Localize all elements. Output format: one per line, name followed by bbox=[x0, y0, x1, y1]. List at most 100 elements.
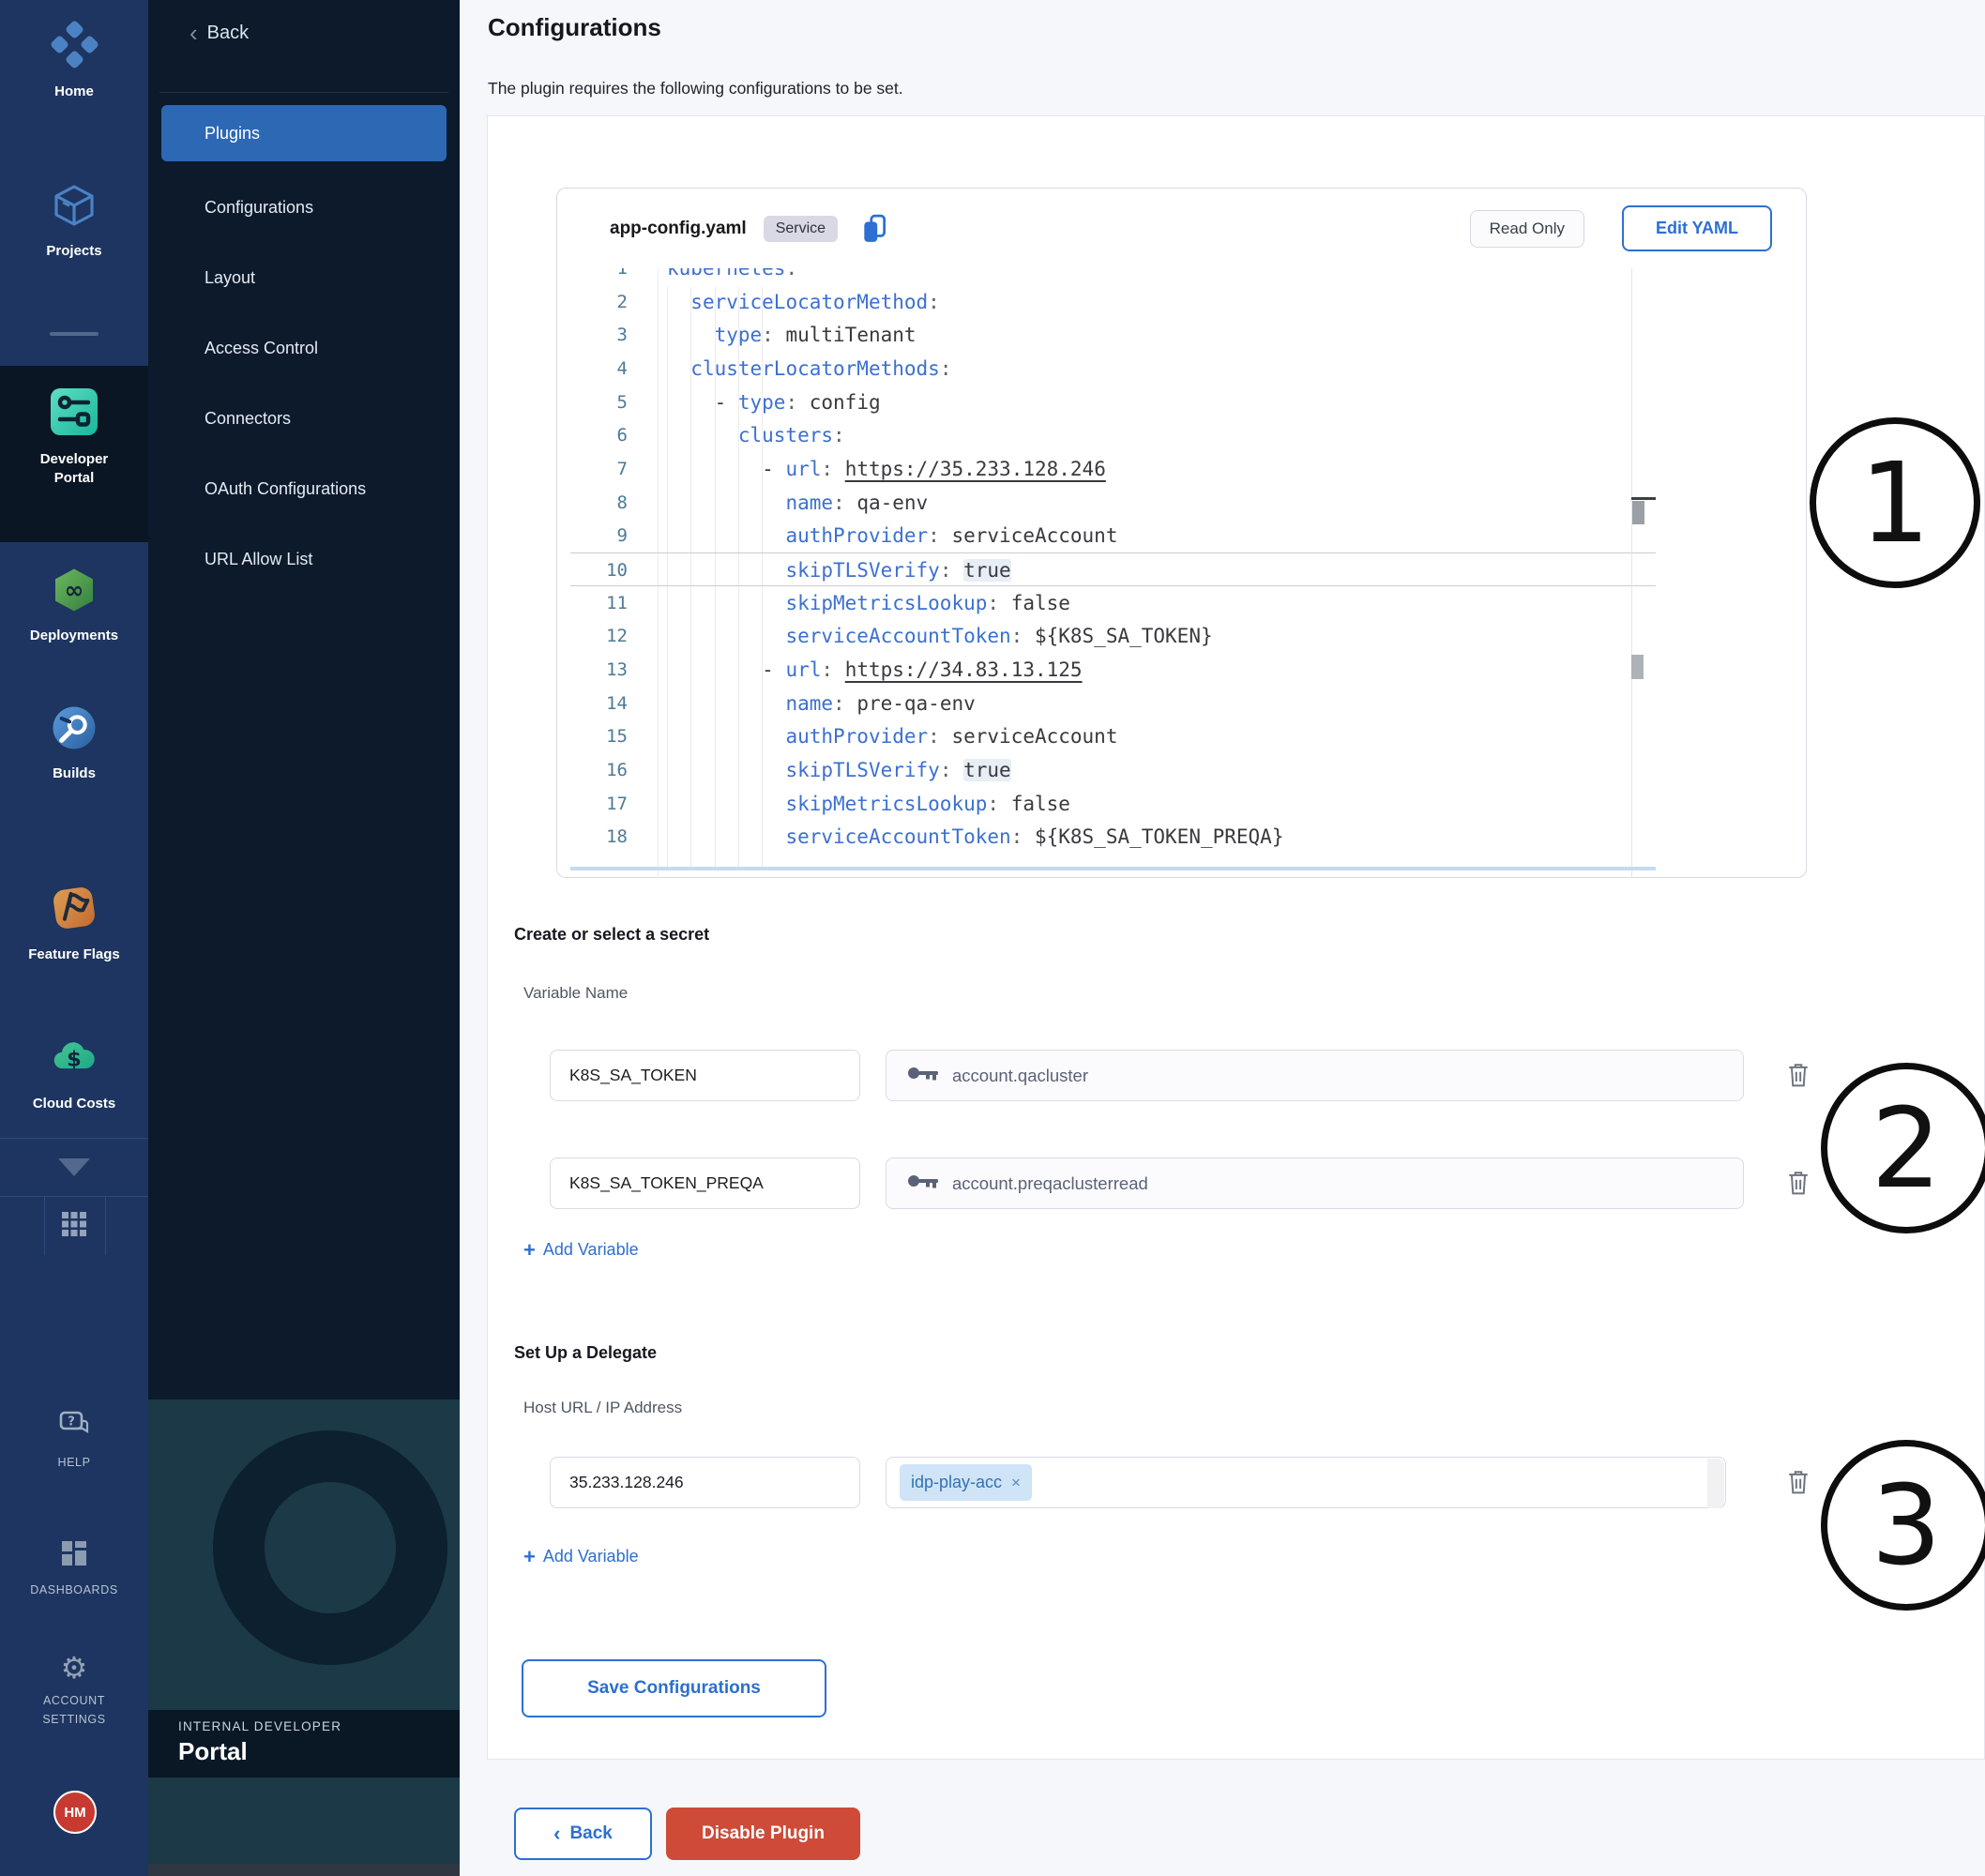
yaml-editor-card: app-config.yaml Service Read Only Edit Y… bbox=[556, 188, 1807, 878]
tag-chip: idp-play-acc × bbox=[900, 1464, 1032, 1501]
deployments-icon: ∞ bbox=[51, 567, 98, 618]
code-line-11[interactable]: 11 skipMetricsLookup: false bbox=[570, 586, 1656, 620]
code-line-14[interactable]: 14 name: pre-qa-env bbox=[570, 687, 1656, 720]
add-variable-label: Add Variable bbox=[543, 1240, 639, 1260]
code-line-6[interactable]: 6 clusters: bbox=[570, 418, 1656, 452]
sidebar-section-divider bbox=[50, 332, 98, 336]
main-content: Configurations The plugin requires the f… bbox=[460, 0, 1985, 1876]
code-line-15[interactable]: 15 authProvider: serviceAccount bbox=[570, 719, 1656, 753]
svg-text:$: $ bbox=[67, 1048, 82, 1072]
disable-plugin-button[interactable]: Disable Plugin bbox=[666, 1808, 860, 1860]
secrets-heading: Create or select a secret bbox=[514, 925, 709, 945]
key-icon bbox=[907, 1065, 939, 1086]
trash-icon[interactable] bbox=[1786, 1468, 1811, 1499]
copy-icon[interactable] bbox=[860, 214, 888, 244]
plugin-nav-item-layout[interactable]: Layout bbox=[161, 253, 447, 302]
sidebar-item-help[interactable]: ? HELP bbox=[0, 1410, 148, 1472]
page-title: Configurations bbox=[488, 13, 661, 42]
code-line-1[interactable]: 1kubernetes: bbox=[570, 268, 1656, 285]
plugin-nav-item-connectors[interactable]: Connectors bbox=[161, 394, 447, 443]
sidebar-item-dashboards[interactable]: DASHBOARDS bbox=[0, 1539, 148, 1599]
code-line-9[interactable]: 9 authProvider: serviceAccount bbox=[570, 519, 1656, 552]
code-line-13[interactable]: 13 - url: https://34.83.13.125 bbox=[570, 653, 1656, 687]
variable-name-input[interactable] bbox=[550, 1050, 860, 1101]
scrollbar-thumb[interactable] bbox=[1631, 655, 1644, 679]
sidebar-item-feature-flags[interactable]: Feature Flags bbox=[0, 884, 148, 964]
secret-select[interactable]: account.preqaclusterread bbox=[886, 1157, 1744, 1209]
back-nav-button[interactable]: ‹ Back bbox=[189, 21, 249, 45]
sidebar-item-cloud-costs[interactable]: $ Cloud Costs bbox=[0, 1033, 148, 1113]
footer-kicker: INTERNAL DEVELOPER bbox=[178, 1719, 460, 1733]
sidebar-item-developer-portal[interactable]: Developer Portal bbox=[0, 386, 148, 488]
annotation-circle-1: 1 bbox=[1810, 417, 1980, 588]
yaml-filename: app-config.yaml bbox=[610, 219, 747, 239]
divider bbox=[44, 1197, 45, 1255]
help-chat-icon: ? bbox=[58, 1410, 90, 1445]
back-button-label: Back bbox=[569, 1823, 612, 1844]
code-line-10[interactable]: 10 skipTLSVerify: true bbox=[570, 552, 1656, 586]
plus-icon: + bbox=[523, 1242, 536, 1259]
save-configurations-button[interactable]: Save Configurations bbox=[522, 1659, 826, 1717]
plugin-nav-item-url-allow-list[interactable]: URL Allow List bbox=[161, 535, 447, 583]
grid-icon bbox=[60, 1210, 88, 1243]
page-subtitle: The plugin requires the following config… bbox=[488, 79, 903, 98]
collapse-modules-button[interactable] bbox=[0, 1138, 148, 1196]
plugin-nav-item-oauth-configurations[interactable]: OAuth Configurations bbox=[161, 464, 447, 513]
plugin-nav-item-plugins[interactable]: Plugins bbox=[161, 105, 447, 161]
back-button[interactable]: ‹ Back bbox=[514, 1808, 652, 1860]
gear-icon: ⚙ bbox=[61, 1653, 88, 1683]
cube-icon bbox=[51, 182, 98, 234]
add-variable-button[interactable]: + Add Variable bbox=[523, 1547, 639, 1566]
back-label: Back bbox=[207, 23, 249, 44]
sidebar-item-label: Home bbox=[54, 83, 94, 101]
code-line-8[interactable]: 8 name: qa-env bbox=[570, 486, 1656, 520]
read-only-badge: Read Only bbox=[1470, 210, 1584, 248]
trash-icon[interactable] bbox=[1786, 1169, 1811, 1200]
remove-tag-icon[interactable]: × bbox=[1011, 1474, 1021, 1492]
code-line-2[interactable]: 2 serviceLocatorMethod: bbox=[570, 285, 1656, 319]
secret-row: account.qacluster bbox=[550, 1050, 1744, 1101]
sidebar-item-label: Feature Flags bbox=[28, 946, 120, 964]
sidebar-item-builds[interactable]: Builds bbox=[0, 704, 148, 783]
add-variable-label: Add Variable bbox=[543, 1547, 639, 1566]
code-line-18[interactable]: 18 serviceAccountToken: ${K8S_SA_TOKEN_P… bbox=[570, 820, 1656, 854]
sidebar-item-label: Cloud Costs bbox=[33, 1095, 115, 1113]
yaml-editor-header: app-config.yaml Service Read Only Edit Y… bbox=[557, 189, 1806, 268]
delegate-row: idp-play-acc × bbox=[550, 1457, 1726, 1508]
field-endbar bbox=[1707, 1459, 1724, 1508]
code-line-17[interactable]: 17 skipMetricsLookup: false bbox=[570, 787, 1656, 821]
add-variable-button[interactable]: + Add Variable bbox=[523, 1240, 639, 1260]
builds-icon bbox=[51, 704, 98, 756]
code-line-5[interactable]: 5 - type: config bbox=[570, 386, 1656, 419]
editor-right-border bbox=[1631, 268, 1632, 878]
sidebar-item-home[interactable]: Home bbox=[0, 19, 148, 101]
secret-select[interactable]: account.qacluster bbox=[886, 1050, 1744, 1101]
sidebar-item-label: Developer Portal bbox=[27, 450, 121, 488]
sidebar-item-projects[interactable]: Projects bbox=[0, 182, 148, 261]
divider bbox=[159, 92, 448, 93]
delegate-tags-field[interactable]: idp-play-acc × bbox=[886, 1457, 1726, 1508]
host-url-input[interactable] bbox=[550, 1457, 860, 1508]
harness-logo-icon bbox=[49, 19, 99, 74]
trash-icon[interactable] bbox=[1786, 1061, 1811, 1092]
scrollbar-thumb[interactable] bbox=[1632, 501, 1644, 524]
annotation-number: 2 bbox=[1871, 1083, 1941, 1213]
svg-text:?: ? bbox=[68, 1415, 75, 1430]
sidebar-item-account-settings[interactable]: ⚙ ACCOUNT SETTINGS bbox=[0, 1653, 148, 1729]
variable-name-input[interactable] bbox=[550, 1157, 860, 1209]
code-line-4[interactable]: 4 clusterLocatorMethods: bbox=[570, 352, 1656, 386]
code-line-7[interactable]: 7 - url: https://35.233.128.246 bbox=[570, 452, 1656, 486]
user-avatar[interactable]: HM bbox=[53, 1791, 97, 1834]
sidebar-item-deployments[interactable]: ∞ Deployments bbox=[0, 567, 148, 645]
feature-flags-icon bbox=[50, 884, 98, 937]
code-line-16[interactable]: 16 skipTLSVerify: true bbox=[570, 753, 1656, 787]
horizontal-scrollbar[interactable] bbox=[570, 867, 1656, 870]
plugin-nav-item-access-control[interactable]: Access Control bbox=[161, 324, 447, 372]
edit-yaml-button[interactable]: Edit YAML bbox=[1622, 205, 1772, 251]
plugin-nav-item-configurations[interactable]: Configurations bbox=[161, 183, 447, 232]
module-picker-button[interactable] bbox=[0, 1197, 148, 1255]
plugin-nav-sidebar: ‹ Back Plugins Configurations Layout Access… bbox=[148, 0, 460, 1876]
yaml-editor[interactable]: 1kubernetes:2 serviceLocatorMethod:3 typ… bbox=[570, 268, 1669, 878]
code-line-12[interactable]: 12 serviceAccountToken: ${K8S_SA_TOKEN} bbox=[570, 619, 1656, 653]
code-line-3[interactable]: 3 type: multiTenant bbox=[570, 318, 1656, 352]
